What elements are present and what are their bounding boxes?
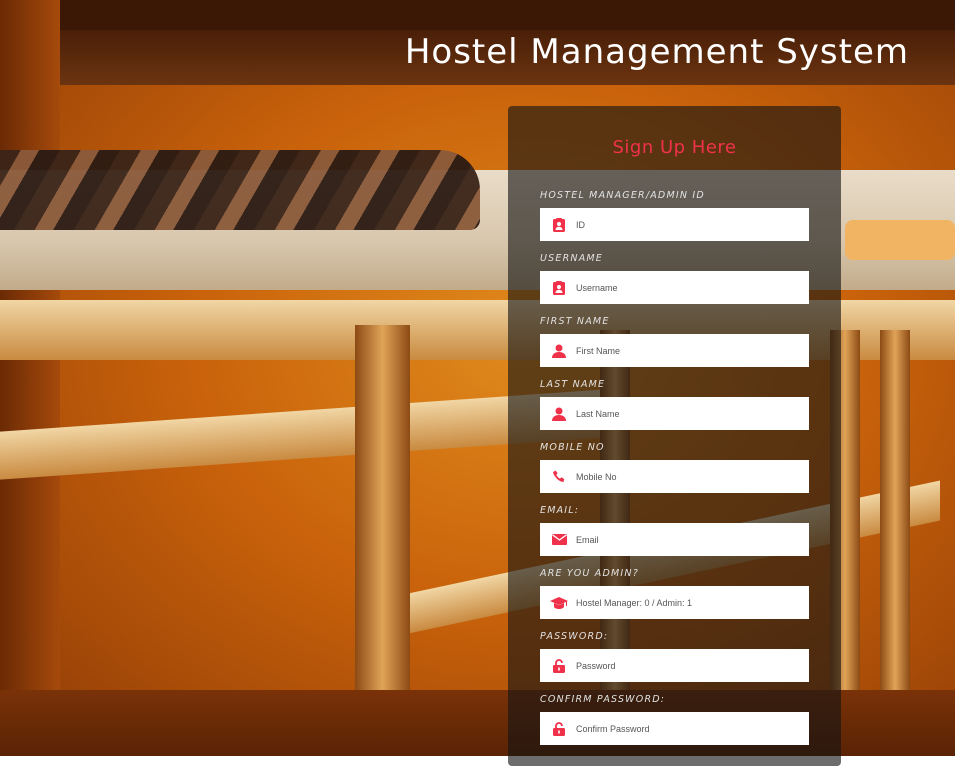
mobile-input[interactable] (574, 460, 809, 493)
admin-id-field (540, 208, 809, 241)
confirm-password-input[interactable] (574, 712, 809, 745)
mobile-label: MOBILE NO (540, 442, 605, 453)
password-label: PASSWORD: (540, 631, 609, 642)
signup-heading: Sign Up Here (612, 137, 737, 158)
username-label: USERNAME (540, 253, 603, 264)
email-field (540, 523, 809, 556)
envelope-icon (544, 534, 574, 545)
graduation-cap-icon (544, 596, 574, 609)
first-name-label: FIRST NAME (540, 316, 610, 327)
username-field (540, 271, 809, 304)
phone-icon (544, 470, 574, 483)
password-field (540, 649, 809, 682)
unlock-icon (544, 658, 574, 673)
password-input[interactable] (574, 649, 809, 682)
unlock-icon (544, 721, 574, 736)
admin-id-input[interactable] (574, 208, 809, 241)
id-card-icon (544, 280, 574, 295)
username-input[interactable] (574, 271, 809, 304)
email-label: EMAIL: (540, 505, 580, 516)
first-name-input[interactable] (574, 334, 809, 367)
user-icon (544, 407, 574, 421)
admin-flag-input[interactable] (574, 586, 809, 619)
confirm-password-label: CONFIRM PASSWORD: (540, 694, 666, 705)
email-input[interactable] (574, 523, 809, 556)
admin-flag-label: ARE YOU ADMIN? (540, 568, 639, 579)
first-name-field (540, 334, 809, 367)
id-card-icon (544, 217, 574, 232)
last-name-input[interactable] (574, 397, 809, 430)
last-name-field (540, 397, 809, 430)
user-icon (544, 344, 574, 358)
signup-panel: Sign Up Here HOSTEL MANAGER/ADMIN ID USE… (508, 106, 841, 766)
admin-id-label: HOSTEL MANAGER/ADMIN ID (540, 190, 705, 201)
page-title: Hostel Management System (404, 32, 909, 72)
admin-flag-field (540, 586, 809, 619)
confirm-password-field (540, 712, 809, 745)
mobile-field (540, 460, 809, 493)
last-name-label: LAST NAME (540, 379, 606, 390)
